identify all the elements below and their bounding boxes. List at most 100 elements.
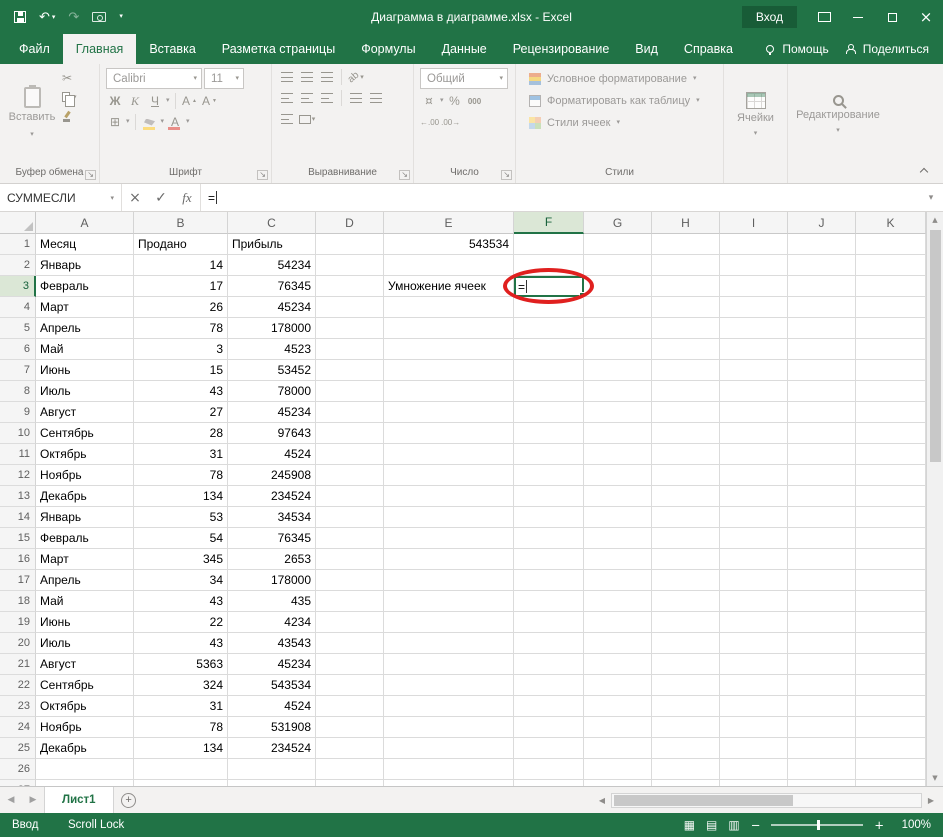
row-header-3[interactable]: 3 [0, 276, 36, 297]
cell-G8[interactable] [584, 381, 652, 402]
cell-A2[interactable]: Январь [36, 255, 134, 276]
cell-A9[interactable]: Август [36, 402, 134, 423]
cell-K25[interactable] [856, 738, 926, 759]
cell-I13[interactable] [720, 486, 788, 507]
column-header-F[interactable]: F [514, 212, 584, 234]
cell-J13[interactable] [788, 486, 856, 507]
zoom-slider-thumb[interactable] [817, 820, 821, 830]
cell-B11[interactable]: 31 [134, 444, 228, 465]
cell-I24[interactable] [720, 717, 788, 738]
cell-A20[interactable]: Июль [36, 633, 134, 654]
fill-handle[interactable] [579, 292, 585, 298]
cell-C13[interactable]: 234524 [228, 486, 316, 507]
cell-A25[interactable]: Декабрь [36, 738, 134, 759]
cell-G7[interactable] [584, 360, 652, 381]
row-header-13[interactable]: 13 [0, 486, 36, 507]
cell-H12[interactable] [652, 465, 720, 486]
row-header-26[interactable]: 26 [0, 759, 36, 780]
cell-B24[interactable]: 78 [134, 717, 228, 738]
cell-I7[interactable] [720, 360, 788, 381]
copy-button[interactable] [62, 90, 77, 107]
cell-B18[interactable]: 43 [134, 591, 228, 612]
vertical-scroll-thumb[interactable] [929, 230, 941, 462]
cell-G25[interactable] [584, 738, 652, 759]
cell-D23[interactable] [316, 696, 384, 717]
cell-J8[interactable] [788, 381, 856, 402]
clipboard-dialog-launcher[interactable]: ↘ [85, 170, 96, 180]
cell-H16[interactable] [652, 549, 720, 570]
cell-D21[interactable] [316, 654, 384, 675]
cell-E18[interactable] [384, 591, 514, 612]
row-header-14[interactable]: 14 [0, 507, 36, 528]
cell-B16[interactable]: 345 [134, 549, 228, 570]
cell-B15[interactable]: 54 [134, 528, 228, 549]
add-sheet-button[interactable]: + [114, 787, 144, 813]
column-header-C[interactable]: C [228, 212, 316, 234]
cell-E15[interactable] [384, 528, 514, 549]
cell-H24[interactable] [652, 717, 720, 738]
cell-A27[interactable] [36, 780, 134, 786]
row-header-24[interactable]: 24 [0, 717, 36, 738]
cell-I27[interactable] [720, 780, 788, 786]
cell-B21[interactable]: 5363 [134, 654, 228, 675]
align-bottom-button[interactable] [318, 68, 336, 86]
cell-C8[interactable]: 78000 [228, 381, 316, 402]
cell-K15[interactable] [856, 528, 926, 549]
column-header-H[interactable]: H [652, 212, 720, 234]
cell-A22[interactable]: Сентябрь [36, 675, 134, 696]
cell-A21[interactable]: Август [36, 654, 134, 675]
cell-D12[interactable] [316, 465, 384, 486]
cell-K3[interactable] [856, 276, 926, 297]
cell-I21[interactable] [720, 654, 788, 675]
cell-K11[interactable] [856, 444, 926, 465]
font-size-combo[interactable]: 11 [204, 68, 244, 89]
font-name-dropdown-icon[interactable] [193, 73, 197, 85]
row-header-11[interactable]: 11 [0, 444, 36, 465]
cell-E21[interactable] [384, 654, 514, 675]
prev-sheet-icon[interactable]: ◀ [0, 787, 22, 813]
redo-button[interactable]: ↷ [68, 11, 79, 24]
column-header-A[interactable]: A [36, 212, 134, 234]
cell-C19[interactable]: 4234 [228, 612, 316, 633]
cell-J6[interactable] [788, 339, 856, 360]
cell-F25[interactable] [514, 738, 584, 759]
cell-C16[interactable]: 2653 [228, 549, 316, 570]
insert-function-button[interactable]: fx [174, 184, 200, 211]
cell-C12[interactable]: 245908 [228, 465, 316, 486]
cell-D18[interactable] [316, 591, 384, 612]
number-dialog-launcher[interactable]: ↘ [501, 170, 512, 180]
cell-K6[interactable] [856, 339, 926, 360]
cell-I1[interactable] [720, 234, 788, 255]
cell-J10[interactable] [788, 423, 856, 444]
number-format-dropdown-icon[interactable] [499, 73, 503, 85]
cell-J7[interactable] [788, 360, 856, 381]
cell-D25[interactable] [316, 738, 384, 759]
cell-B17[interactable]: 34 [134, 570, 228, 591]
normal-view-icon[interactable]: ▦ [684, 819, 695, 831]
collapse-ribbon-button[interactable] [915, 163, 933, 177]
cell-F24[interactable] [514, 717, 584, 738]
cell-C6[interactable]: 4523 [228, 339, 316, 360]
sign-in-button[interactable]: Вход [741, 6, 797, 28]
cell-C9[interactable]: 45234 [228, 402, 316, 423]
cell-I5[interactable] [720, 318, 788, 339]
row-header-2[interactable]: 2 [0, 255, 36, 276]
cell-A15[interactable]: Февраль [36, 528, 134, 549]
cell-F8[interactable] [514, 381, 584, 402]
cell-A12[interactable]: Ноябрь [36, 465, 134, 486]
cell-K2[interactable] [856, 255, 926, 276]
cell-A26[interactable] [36, 759, 134, 780]
cell-B3[interactable]: 17 [134, 276, 228, 297]
cell-H8[interactable] [652, 381, 720, 402]
column-header-G[interactable]: G [584, 212, 652, 234]
cell-E17[interactable] [384, 570, 514, 591]
cell-G4[interactable] [584, 297, 652, 318]
cell-I11[interactable] [720, 444, 788, 465]
cell-G5[interactable] [584, 318, 652, 339]
scroll-down-icon[interactable]: ▼ [927, 770, 943, 786]
cell-C15[interactable]: 76345 [228, 528, 316, 549]
conditional-formatting-dropdown-icon[interactable] [693, 73, 697, 85]
fill-color-button[interactable] [141, 113, 159, 131]
cell-G11[interactable] [584, 444, 652, 465]
cell-I6[interactable] [720, 339, 788, 360]
